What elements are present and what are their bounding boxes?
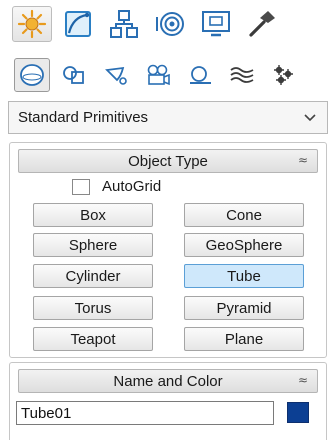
object-type-title: Object Type [128,152,208,170]
category-lights[interactable] [98,58,134,92]
collapse-icon[interactable]: ≈ [298,373,308,387]
pyramid-button[interactable]: Pyramid [184,296,304,320]
object-name-field[interactable] [16,401,274,425]
name-color-header[interactable]: Name and Color ≈ [18,369,318,393]
category-systems[interactable] [266,58,302,92]
sphere-button[interactable]: Sphere [33,233,153,257]
motion-tab[interactable] [150,6,190,42]
category-shapes[interactable] [56,58,92,92]
plane-button[interactable]: Plane [184,327,304,351]
create-star-icon [17,9,47,39]
autogrid-label: AutoGrid [102,178,162,195]
display-tab[interactable] [196,6,236,42]
teapot-button[interactable]: Teapot [33,327,153,351]
torus-button[interactable]: Torus [33,296,153,320]
cone-button[interactable]: Cone [184,203,304,227]
category-cameras[interactable] [140,58,176,92]
category-geometry[interactable] [14,58,50,92]
camera-icon [147,64,170,86]
display-monitor-icon [202,11,230,37]
space-warps-icon [230,67,254,83]
autogrid-checkbox[interactable] [72,178,90,195]
lights-icon [105,66,127,85]
shapes-icon [63,66,84,84]
chevron-down-icon [304,114,316,122]
tube-button[interactable]: Tube [184,264,304,288]
cylinder-button[interactable]: Cylinder [33,264,153,288]
command-tabs [12,6,282,42]
collapse-icon[interactable]: ≈ [298,153,308,167]
category-helpers[interactable] [182,58,218,92]
primitive-type-value: Standard Primitives [18,109,149,126]
object-categories [14,58,302,92]
hierarchy-icon [110,10,138,38]
category-space-warps[interactable] [224,58,260,92]
motion-icon [156,12,184,36]
utilities-hammer-icon [249,11,275,37]
sphere-icon [20,64,44,86]
geosphere-button[interactable]: GeoSphere [184,233,304,257]
utilities-tab[interactable] [242,6,282,42]
primitive-type-dropdown[interactable]: Standard Primitives [8,101,328,134]
hierarchy-tab[interactable] [104,6,144,42]
systems-icon [274,65,293,85]
modify-curve-icon [65,11,91,37]
autogrid-option[interactable]: AutoGrid [72,178,161,195]
object-color-swatch[interactable] [287,402,309,423]
object-type-header[interactable]: Object Type ≈ [18,149,318,173]
create-tab[interactable] [12,6,52,42]
modify-tab[interactable] [58,6,98,42]
helpers-icon [190,66,211,84]
box-button[interactable]: Box [33,203,153,227]
command-panel: Standard Primitives Object Type ≈ AutoGr… [0,0,335,440]
name-color-title: Name and Color [113,372,223,390]
